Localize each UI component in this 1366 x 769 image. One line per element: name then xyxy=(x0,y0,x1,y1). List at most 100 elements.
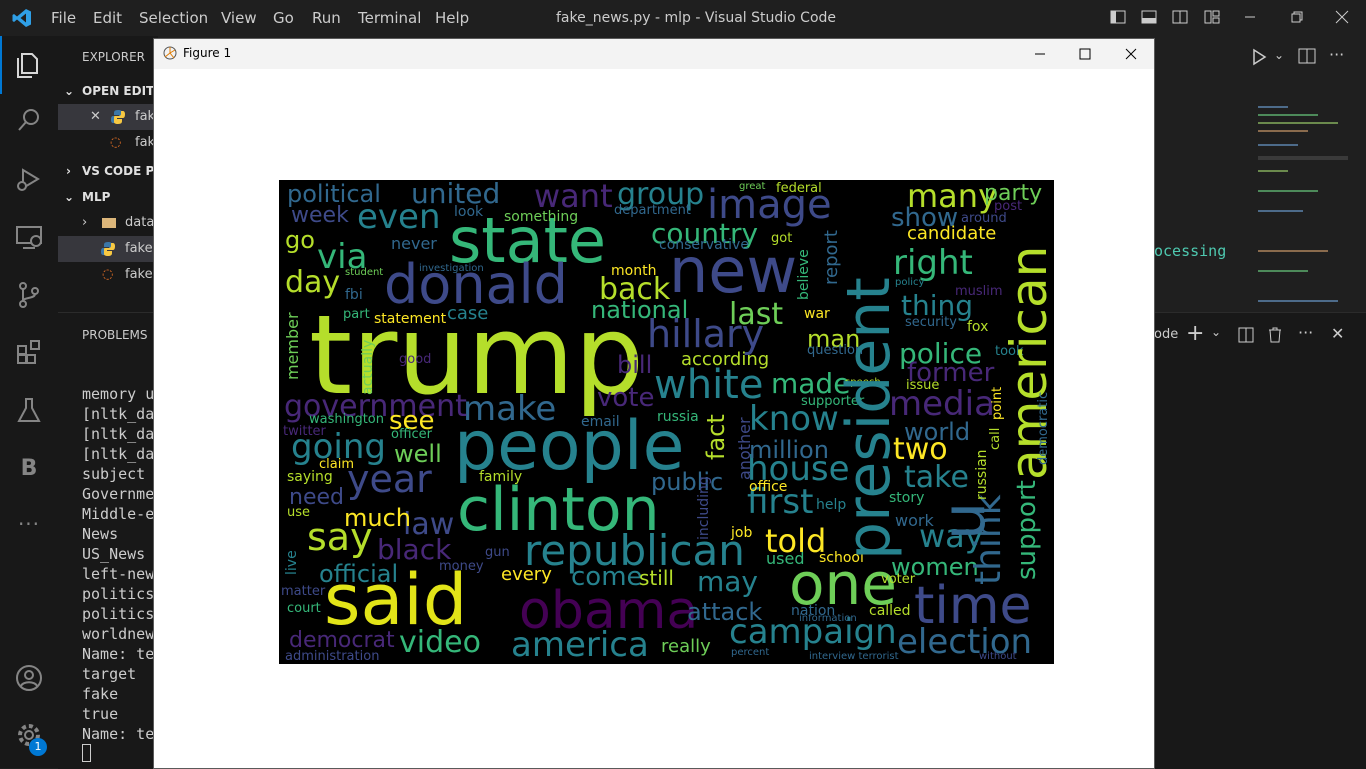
minimize-icon[interactable] xyxy=(1033,47,1047,61)
word-official: official xyxy=(319,560,399,588)
figure-title: Figure 1 xyxy=(183,46,232,60)
file-item-fake-py[interactable]: fake xyxy=(58,236,158,262)
remote-explorer-icon[interactable] xyxy=(13,221,45,253)
trash-icon[interactable] xyxy=(1268,327,1282,343)
activity-bar: B ··· 1 xyxy=(0,36,58,768)
word-point: point xyxy=(990,386,1005,420)
word-actually: actually xyxy=(360,339,376,395)
chevron-down-icon: ⌄ xyxy=(64,190,75,204)
word-make: make xyxy=(463,389,557,429)
b-extension-icon[interactable]: B xyxy=(13,453,45,485)
close-icon[interactable] xyxy=(1124,47,1138,61)
customize-layout-icon[interactable] xyxy=(1204,10,1220,24)
word-russia: russia xyxy=(657,409,699,425)
word-candidate: candidate xyxy=(907,223,997,244)
search-icon[interactable] xyxy=(13,104,45,136)
word-come: come xyxy=(571,562,643,592)
menu-help[interactable]: Help xyxy=(435,9,469,27)
word-federal: federal xyxy=(776,181,822,196)
word-call: call xyxy=(988,427,1003,450)
terminal-line: US_News xyxy=(82,545,146,563)
split-editor-icon[interactable] xyxy=(1298,48,1316,64)
mlp-folder-section[interactable]: ⌄ MLP xyxy=(58,184,158,210)
new-terminal-icon[interactable]: + xyxy=(1186,321,1204,346)
menu-view[interactable]: View xyxy=(221,9,257,27)
more-views-icon[interactable]: ··· xyxy=(13,508,45,540)
word-according: according xyxy=(681,349,770,370)
update-badge: 1 xyxy=(29,738,47,756)
maximize-icon[interactable] xyxy=(1078,47,1092,61)
word-month: month xyxy=(611,263,657,279)
extensions-icon[interactable] xyxy=(13,336,45,368)
menu-run[interactable]: Run xyxy=(312,9,341,27)
terminal-line: target xyxy=(82,665,137,683)
explorer-header: EXPLORER xyxy=(82,50,145,64)
open-editors-section[interactable]: ⌄ OPEN EDITO xyxy=(58,78,158,104)
accounts-icon[interactable] xyxy=(13,662,45,694)
open-editor-item[interactable]: ◌ fak xyxy=(58,130,158,156)
run-dropdown-icon[interactable]: ⌄ xyxy=(1274,48,1284,62)
open-editor-item[interactable]: ✕ fak xyxy=(58,104,158,130)
word-email: email xyxy=(581,414,620,430)
terminal-line: Middle-e xyxy=(82,505,155,523)
word-member: member xyxy=(283,312,302,380)
menu-selection[interactable]: Selection xyxy=(139,9,208,27)
word-got: got xyxy=(771,231,793,246)
chevron-down-icon[interactable]: ⌄ xyxy=(1211,325,1221,339)
minimize-icon[interactable] xyxy=(1242,10,1258,24)
word-russian: russian xyxy=(974,449,990,500)
close-icon[interactable]: ✕ xyxy=(90,104,101,130)
word-including: including xyxy=(696,476,712,540)
word-twitter: twitter xyxy=(283,424,326,439)
word-officer: officer xyxy=(391,427,433,442)
word-vote: vote xyxy=(597,383,655,413)
explorer-icon[interactable] xyxy=(13,48,45,80)
word-office: office xyxy=(749,479,788,495)
tab-problems[interactable]: PROBLEMS xyxy=(82,328,148,342)
close-window-icon[interactable] xyxy=(1334,10,1350,24)
word-gun: gun xyxy=(485,545,510,560)
word-percent: percent xyxy=(731,647,770,658)
terminal-name[interactable]: ode xyxy=(1154,327,1178,342)
file-item-fake-ipynb[interactable]: ◌ fake xyxy=(58,262,158,288)
menu-terminal[interactable]: Terminal xyxy=(358,9,421,27)
run-python-icon[interactable] xyxy=(1251,48,1267,66)
word-believe: believe xyxy=(796,249,812,300)
terminal-line: Name: te xyxy=(82,725,155,743)
more-actions-icon[interactable]: ··· xyxy=(1298,323,1313,342)
matplotlib-figure-window[interactable]: Figure 1 trump people said clinton state new d… xyxy=(154,39,1154,768)
word-media: media xyxy=(889,384,995,424)
source-control-icon[interactable] xyxy=(13,279,45,311)
split-terminal-icon[interactable] xyxy=(1238,327,1254,343)
testing-icon[interactable] xyxy=(13,394,45,426)
word-week: week xyxy=(291,203,349,228)
word-job: job xyxy=(731,525,753,541)
vscode-pets-section[interactable]: › VS CODE PE xyxy=(58,158,158,184)
word-national: national xyxy=(591,296,689,324)
vscode-logo-icon[interactable] xyxy=(12,8,32,28)
restore-icon[interactable] xyxy=(1289,10,1305,24)
terminal-line: politics xyxy=(82,605,155,623)
menu-file[interactable]: File xyxy=(51,9,76,27)
word-claim: claim xyxy=(319,457,355,472)
word-think: think xyxy=(968,494,1009,585)
folder-icon xyxy=(102,218,116,228)
toggle-panel-icon[interactable] xyxy=(1141,10,1157,24)
title-bar: File Edit Selection View Go Run Terminal… xyxy=(0,0,1366,36)
chevron-right-icon: › xyxy=(82,215,88,230)
word-much: much xyxy=(344,504,411,532)
word-great: great xyxy=(739,181,766,192)
folder-item-data[interactable]: › data xyxy=(58,210,158,236)
menu-go[interactable]: Go xyxy=(273,9,294,27)
close-panel-icon[interactable]: ✕ xyxy=(1331,324,1344,343)
toggle-sidebar-icon[interactable] xyxy=(1110,10,1126,24)
more-actions-icon[interactable]: ··· xyxy=(1329,45,1344,64)
word-report: report xyxy=(821,230,842,285)
toggle-secondary-sidebar-icon[interactable] xyxy=(1172,10,1188,24)
terminal-line: memory u xyxy=(82,385,155,403)
word-good: good xyxy=(399,352,432,367)
menu-edit[interactable]: Edit xyxy=(93,9,122,27)
terminal-line: Name: te xyxy=(82,645,155,663)
run-debug-icon[interactable] xyxy=(13,163,45,195)
minimap[interactable] xyxy=(1254,100,1354,312)
